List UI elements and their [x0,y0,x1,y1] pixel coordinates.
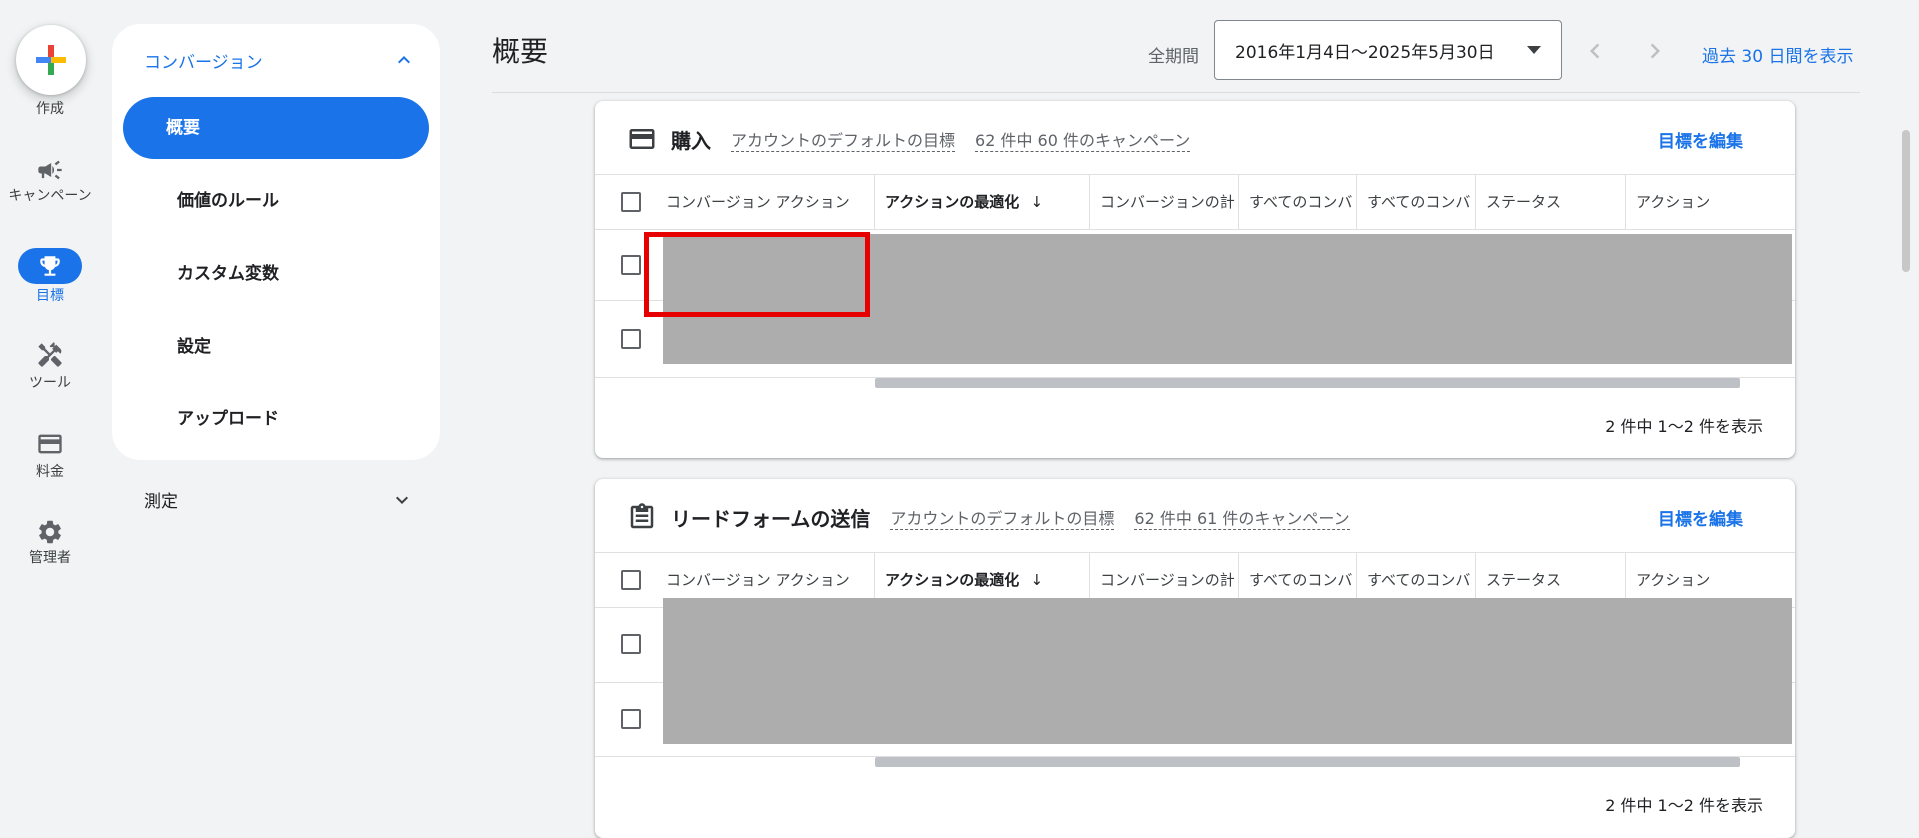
pagination-summary: 2 件中 1〜2 件を表示 [1605,417,1763,436]
subnav-item-custom-variables[interactable]: カスタム変数 [123,243,429,305]
subnav-item-value-rules[interactable]: 価値のルール [123,170,429,232]
col-all-conversions-2[interactable]: すべてのコンバ [1356,175,1475,229]
plus-icon [36,45,66,75]
next-period-icon[interactable] [1640,36,1670,66]
goal-card-lead-form: リードフォームの送信 アカウントのデフォルトの目標 62 件中 61 件のキャン… [595,479,1795,838]
page-title: 概要 [492,35,549,68]
subnav-item-uploads[interactable]: アップロード [123,388,429,450]
col-conversion-action[interactable]: コンバージョン アクション [656,175,868,229]
conversions-subnav: コンバージョン 概要 価値のルール カスタム変数 設定 アップロード [112,24,440,460]
chevron-down-icon [396,496,408,504]
previous-period-icon[interactable] [1580,36,1610,66]
col-action-optimization-label: アクションの最適化 [885,571,1020,589]
rail-label-goals: 目標 [36,288,64,304]
card-header: リードフォームの送信 アカウントのデフォルトの目標 62 件中 61 件のキャン… [627,499,1769,535]
credit-card-icon [629,129,655,149]
date-range-value: 2016年1月4日〜2025年5月30日 [1235,42,1495,63]
dropdown-caret-icon [1527,46,1541,54]
tools-icon [38,342,62,367]
subnav-section-measurement[interactable]: 測定 [144,487,414,512]
header-divider [492,92,1860,93]
rail-item-tools[interactable]: ツール [0,341,100,392]
pagination-summary: 2 件中 1〜2 件を表示 [1605,796,1763,815]
credit-card-icon [38,434,62,454]
subnav-item-settings[interactable]: 設定 [123,316,429,378]
period-label: 全期間 [1148,47,1199,67]
col-actions[interactable]: アクション [1625,175,1795,229]
row-checkbox[interactable] [621,709,641,729]
edit-goal-button[interactable]: 目標を編集 [1658,505,1743,530]
trophy-icon [40,256,60,276]
create-label-wrap: 作成 [0,101,100,118]
col-action-optimization-label: アクションの最適化 [885,193,1020,211]
col-action-optimization[interactable]: アクションの最適化 ↓ [874,175,1091,229]
card-title: 購入 [671,128,711,153]
horizontal-scrollbar[interactable] [875,378,1740,388]
highlight-box [644,232,870,317]
horizontal-scrollbar[interactable] [875,757,1740,767]
chevron-up-icon [398,56,410,64]
create-button[interactable] [16,25,86,95]
row-checkbox[interactable] [621,329,641,349]
page-scrollbar-thumb[interactable] [1902,130,1910,272]
row-checkbox[interactable] [621,255,641,275]
campaign-count-label[interactable]: 62 件中 61 件のキャンペーン [1134,505,1350,530]
goal-card-purchase: 購入 アカウントのデフォルトの目標 62 件中 60 件のキャンペーン 目標を編… [595,101,1795,458]
sort-arrow-down-icon: ↓ [1030,571,1044,589]
sort-arrow-down-icon: ↓ [1030,193,1044,211]
rail-item-goals[interactable]: 目標 [0,248,100,305]
select-all-checkbox[interactable] [621,570,641,590]
megaphone-icon [38,160,62,180]
table-header: コンバージョン アクション アクションの最適化 ↓ コンバージョンの計 すべての… [595,174,1795,230]
rail-item-campaigns[interactable]: キャンペーン [0,156,100,205]
measurement-label: 測定 [144,492,178,512]
subnav-item-overview[interactable]: 概要 [123,97,429,159]
goals-pill [18,248,82,284]
rail-label-admin: 管理者 [29,550,71,566]
create-label: 作成 [36,101,64,117]
edit-goal-button[interactable]: 目標を編集 [1658,127,1743,152]
rail-item-billing[interactable]: 料金 [0,430,100,481]
gear-icon [39,520,61,544]
clipboard-icon [630,503,654,529]
col-status[interactable]: ステータス [1475,175,1625,229]
navigation-rail: 作成 キャンペーン 目標 ツール 料金 管理者 [0,0,100,838]
row-checkbox[interactable] [621,634,641,654]
subnav-section-conversions[interactable]: コンバージョン [144,40,416,80]
rail-label-campaigns: キャンペーン [8,188,92,204]
default-goal-label[interactable]: アカウントのデフォルトの目標 [731,127,956,152]
col-conversion-value[interactable]: コンバージョンの計 [1089,175,1238,229]
last-30-days-link[interactable]: 過去 30 日間を表示 [1702,42,1853,67]
card-header: 購入 アカウントのデフォルトの目標 62 件中 60 件のキャンペーン 目標を編… [627,121,1769,157]
redacted-table-rows [663,598,1792,744]
rail-item-admin[interactable]: 管理者 [0,518,100,567]
date-range-select[interactable]: 2016年1月4日〜2025年5月30日 [1214,20,1562,80]
rail-label-tools: ツール [29,375,71,391]
col-all-conversions-1[interactable]: すべてのコンバ [1238,175,1361,229]
subnav-section-title: コンバージョン [144,52,263,73]
default-goal-label[interactable]: アカウントのデフォルトの目標 [890,505,1115,530]
card-title: リードフォームの送信 [671,506,871,531]
campaign-count-label[interactable]: 62 件中 60 件のキャンペーン [975,127,1191,152]
rail-label-billing: 料金 [36,464,64,480]
select-all-checkbox[interactable] [621,192,641,212]
